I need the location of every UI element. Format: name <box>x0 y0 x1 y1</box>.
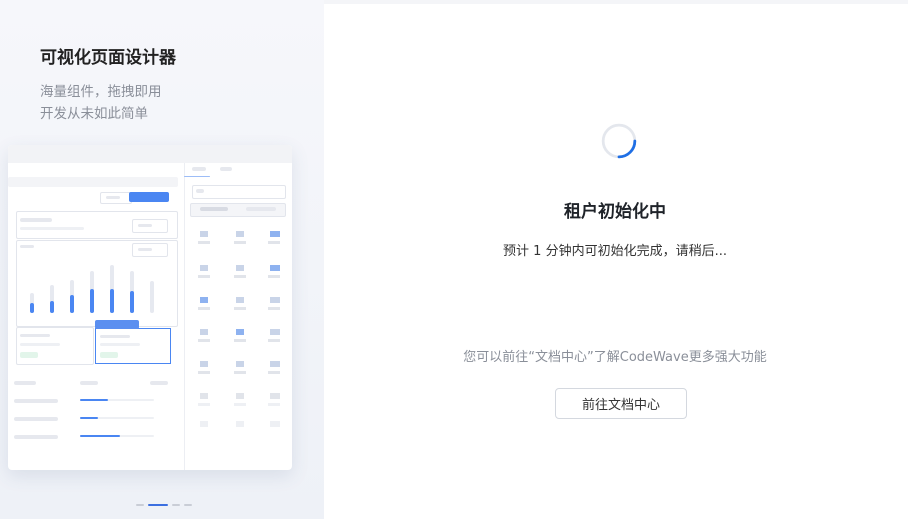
doc-center-hint: 您可以前往“文档中心”了解CodeWave更多强大功能 <box>463 350 767 365</box>
designer-preview-image <box>8 145 292 470</box>
carousel-dot[interactable] <box>172 504 180 506</box>
promo-subtitle-line2: 开发从未如此简单 <box>40 106 148 122</box>
go-to-doc-center-button[interactable]: 前往文档中心 <box>555 388 687 419</box>
status-panel: 租户初始化中 预计 1 分钟内可初始化完成，请稍后... 您可以前往“文档中心”… <box>324 4 906 519</box>
carousel-dot-active[interactable] <box>148 504 168 506</box>
status-description: 预计 1 分钟内可初始化完成，请稍后... <box>503 244 727 259</box>
status-title: 租户初始化中 <box>564 202 666 222</box>
promo-subtitle-line1: 海量组件，拖拽即用 <box>40 84 162 100</box>
component-grid-graphic <box>198 231 280 427</box>
carousel-dot[interactable] <box>184 504 192 506</box>
promo-title: 可视化页面设计器 <box>40 48 176 68</box>
promo-panel: 可视化页面设计器 海量组件，拖拽即用 开发从未如此简单 <box>0 0 324 519</box>
carousel-dot[interactable] <box>136 504 144 506</box>
loading-spinner-icon <box>601 123 637 159</box>
